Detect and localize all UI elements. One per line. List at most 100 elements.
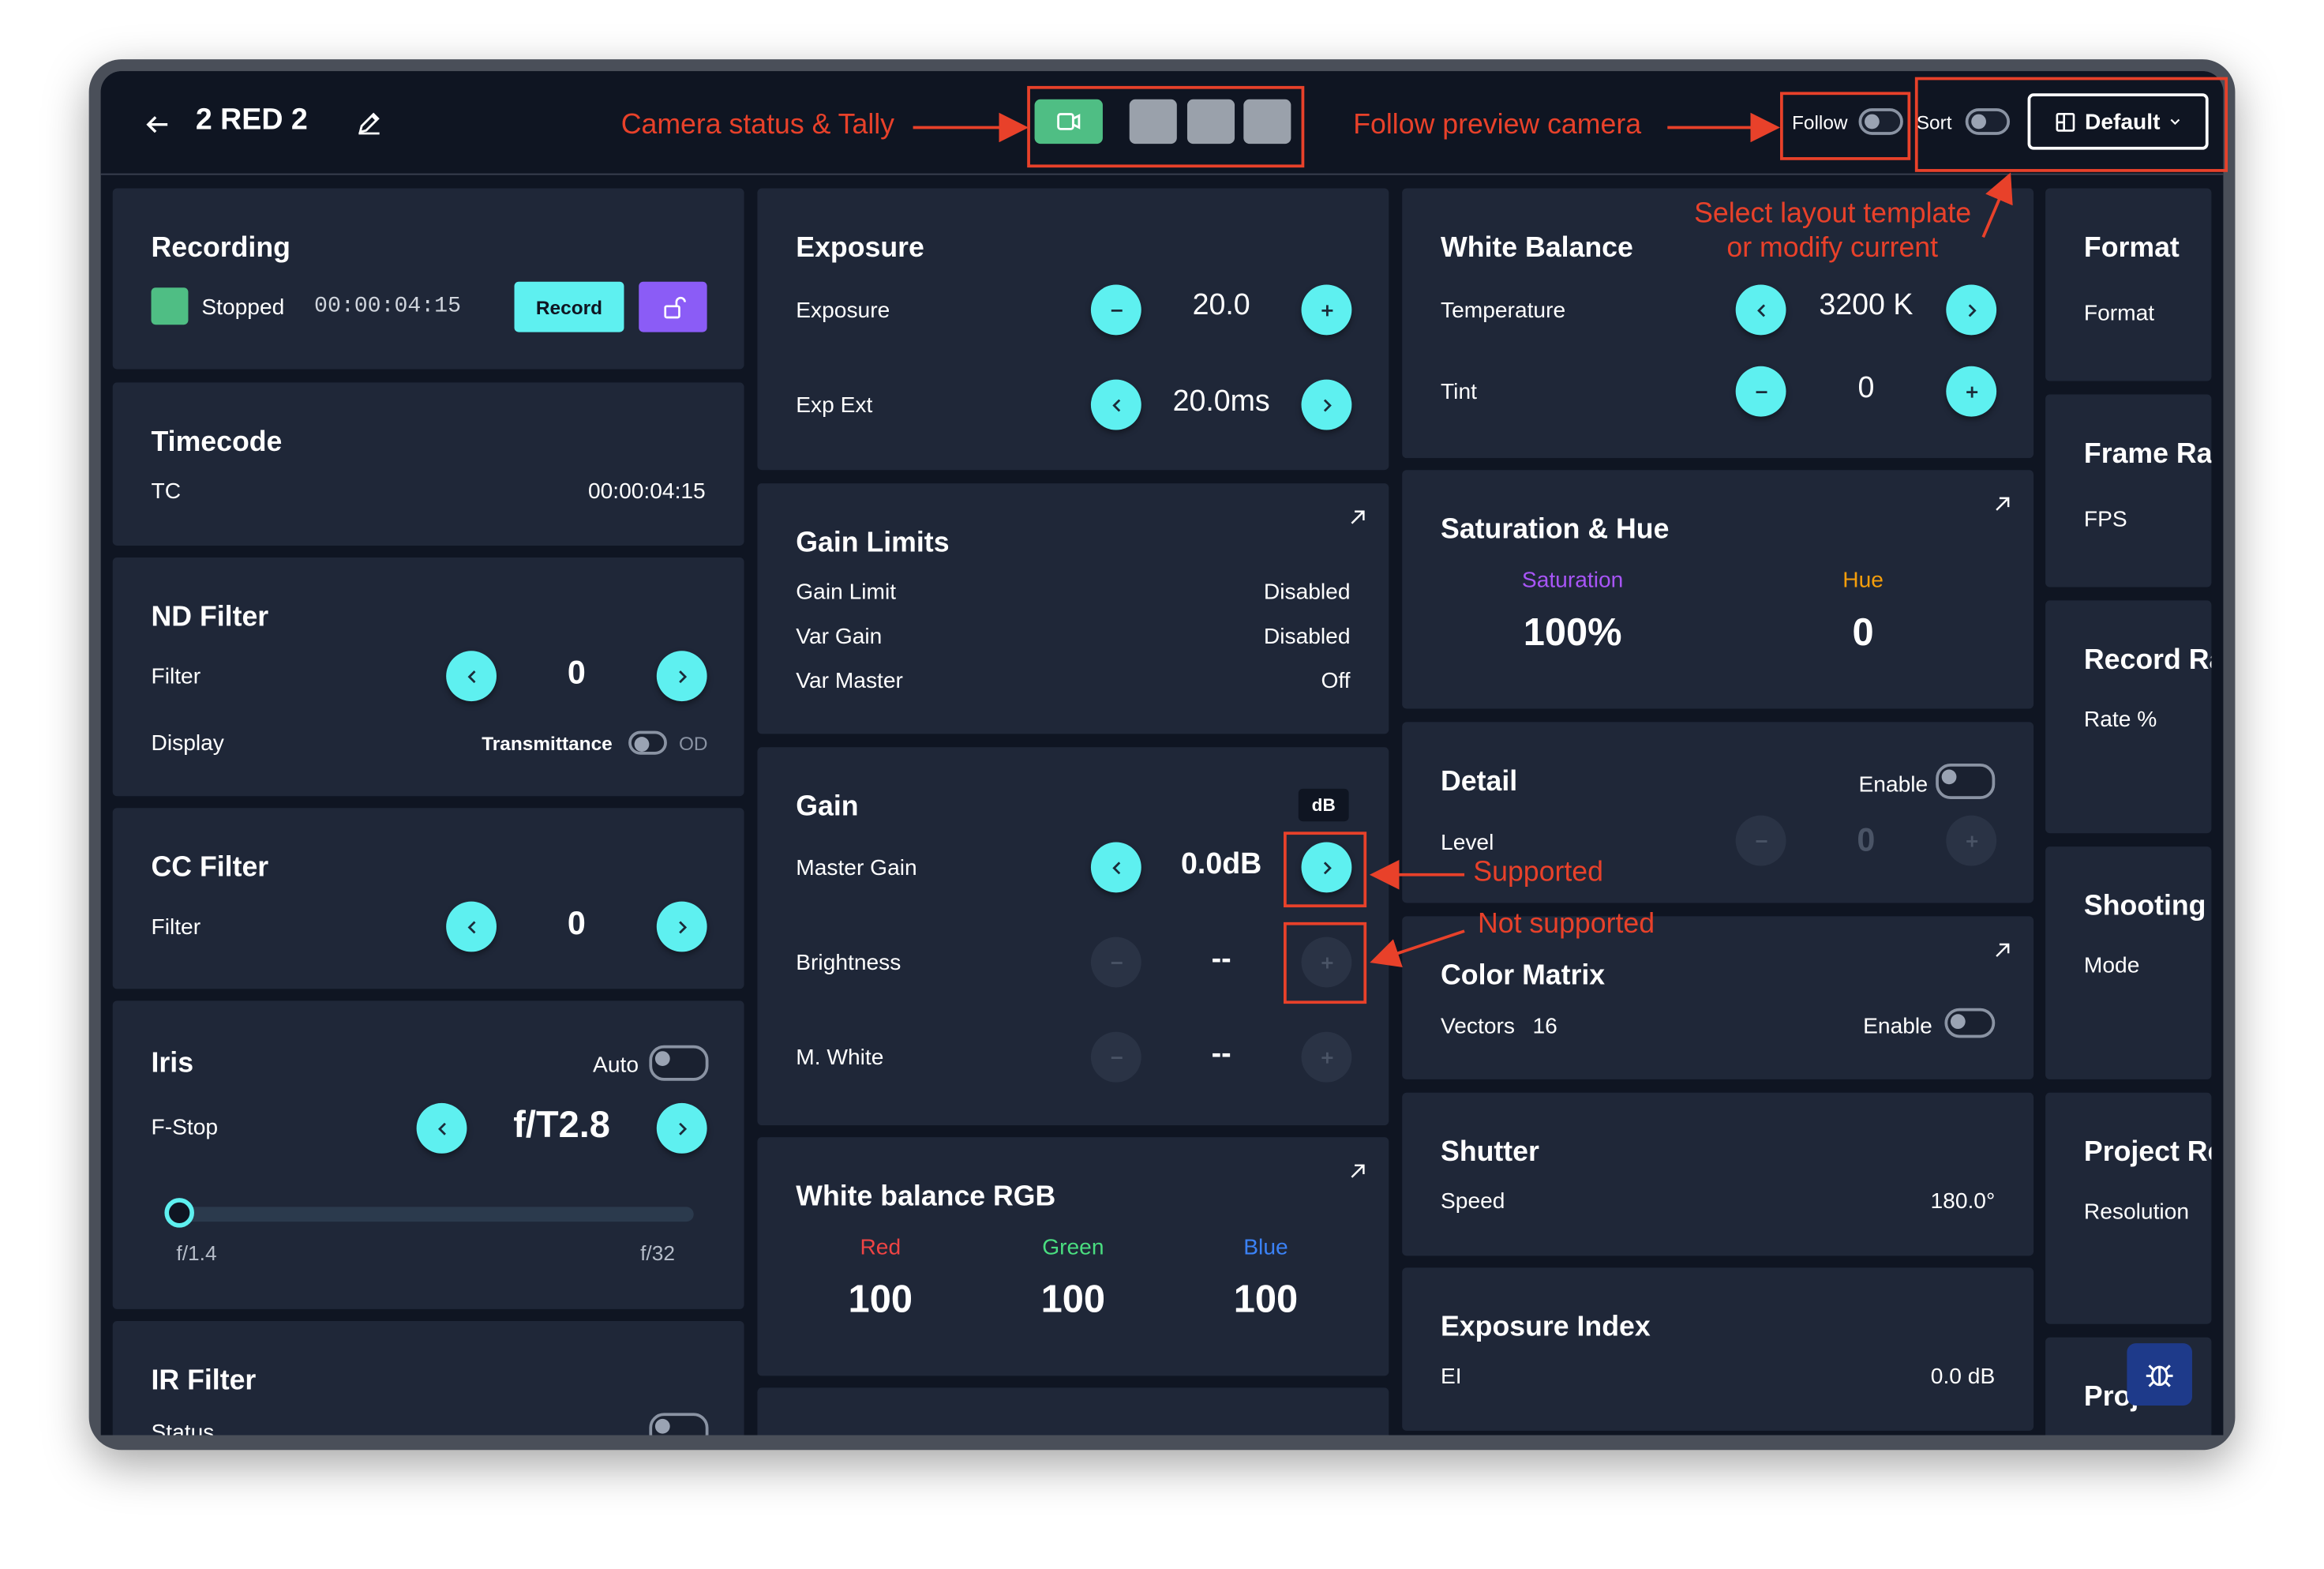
iris-slider-thumb[interactable] [164,1198,194,1228]
level-label: Level [1441,830,1494,856]
format-card: Format Format [2045,188,2212,381]
annotation-not-supported: Not supported [1477,908,1655,940]
speed-label: Speed [1441,1188,1505,1214]
expand-icon[interactable] [1348,1161,1368,1181]
annotation-box [1779,92,1911,160]
ir-status-toggle[interactable] [649,1413,709,1436]
edit-icon[interactable] [356,110,383,137]
annotation-box [1284,922,1367,1004]
display-toggle[interactable] [628,730,667,755]
decrement-button[interactable] [1090,379,1141,430]
increment-button[interactable] [1301,379,1352,430]
card-title: IR Filter [151,1365,257,1397]
annotation-box [1914,77,2228,172]
od-label: OD [678,732,708,755]
ir-status-label: Status [151,1420,215,1436]
iris-slider-track[interactable] [171,1207,694,1222]
red-label: Red [860,1235,901,1260]
card-title: Shooting [2083,891,2206,922]
card-title: Color Matrix [1441,960,1606,993]
expand-icon[interactable] [1992,494,2012,514]
minus-icon [1110,309,1122,311]
card-title: White Balance [1441,232,1633,265]
var-gain-value: Disabled [1263,624,1351,650]
decrement-button [1090,1031,1141,1083]
recording-timecode: 00:00:04:15 [314,293,461,319]
tc-label: TC [151,479,182,505]
unlock-icon [663,296,685,318]
increment-button[interactable] [656,901,707,952]
nd-filter-card: ND Filter Filter 0 Display Transmittance… [112,557,744,797]
display-label: Display [151,730,224,756]
decrement-button[interactable] [446,901,497,952]
vectors-label: Vectors [1441,1014,1515,1040]
decrement-button[interactable] [1735,284,1786,336]
tint-value: 0 [1857,372,1875,405]
decrement-button[interactable] [1090,284,1141,336]
blue-value: 100 [1233,1276,1299,1321]
increment-button[interactable] [656,1102,707,1154]
partial-card [757,1387,1389,1436]
annotation-follow-preview: Follow preview camera [1353,109,1642,141]
annotation-camera-status: Camera status & Tally [620,109,895,141]
card-title: Frame Ra [2083,438,2212,471]
chevron-right-icon [678,1121,687,1135]
vectors-value: 16 [1532,1014,1557,1040]
ir-filter-card: IR Filter Status [112,1320,744,1436]
decrement-button[interactable] [446,651,497,702]
card-title: Timecode [151,426,283,459]
hue-value: 0 [1852,609,1874,655]
back-arrow-icon[interactable] [142,110,172,140]
wb-rgb-card: White balance RGB Red 100 Green 100 Blue… [757,1137,1389,1376]
increment-button[interactable] [1946,366,1997,417]
decrement-button[interactable] [1735,366,1786,417]
minus-icon [1110,961,1122,963]
speed-value: 180.0° [1930,1188,1996,1214]
auto-iris-toggle[interactable] [649,1045,709,1081]
saturation-hue-card: Saturation & Hue Saturation 100% Hue 0 [1402,470,2034,709]
fstop-value: f/T2.8 [513,1104,610,1147]
iris-max-label: f/32 [640,1241,675,1265]
record-button[interactable]: Record [514,281,624,332]
detail-enable-toggle[interactable] [1936,763,1996,800]
increment-button[interactable] [656,651,707,702]
nd-filter-label: Filter [151,664,201,690]
fps-label: FPS [2083,507,2127,533]
color-matrix-enable-toggle[interactable] [1944,1008,1996,1038]
decrement-button[interactable] [416,1102,467,1154]
decrement-button [1735,815,1786,866]
shooting-mode-card: Shooting Mode [2045,846,2212,1079]
increment-button[interactable] [1946,284,1997,336]
auto-label: Auto [593,1053,639,1079]
red-value: 100 [848,1276,913,1321]
increment-button[interactable] [1301,284,1352,336]
level-value: 0 [1857,821,1876,859]
timecode-card: Timecode TC 00:00:04:15 [112,382,744,546]
decrement-button[interactable] [1090,842,1141,893]
iris-card: Iris Auto F-Stop f/T2.8 f/1.4 f/32 [112,1000,744,1309]
cc-filter-label: Filter [151,914,201,940]
debug-button[interactable] [2127,1343,2192,1406]
card-title: Exposure Index [1441,1312,1651,1344]
expand-icon[interactable] [1992,940,2012,960]
master-gain-label: Master Gain [796,855,917,881]
unit-badge[interactable]: dB [1298,788,1349,822]
nd-filter-value: 0 [567,654,586,691]
card-title: Gain [796,791,859,824]
brightness-value: -- [1211,943,1231,976]
hue-label: Hue [1842,568,1884,594]
transmittance-label: Transmittance [482,732,613,755]
saturation-label: Saturation [1521,568,1624,594]
mwhite-label: M. White [796,1045,884,1071]
card-title: Detail [1441,766,1518,798]
ei-label: EI [1441,1364,1462,1390]
decrement-button [1090,937,1141,988]
annotation-box [1284,831,1367,908]
annotation-select-layout: Select layout template [1694,198,1972,231]
lock-button[interactable] [639,281,707,332]
chevron-left-icon [437,1121,445,1135]
recording-card: Recording Stopped 00:00:04:15 Record [112,188,744,370]
card-title: CC Filter [151,852,269,884]
mwhite-value: -- [1211,1038,1231,1071]
expand-icon[interactable] [1348,507,1368,527]
